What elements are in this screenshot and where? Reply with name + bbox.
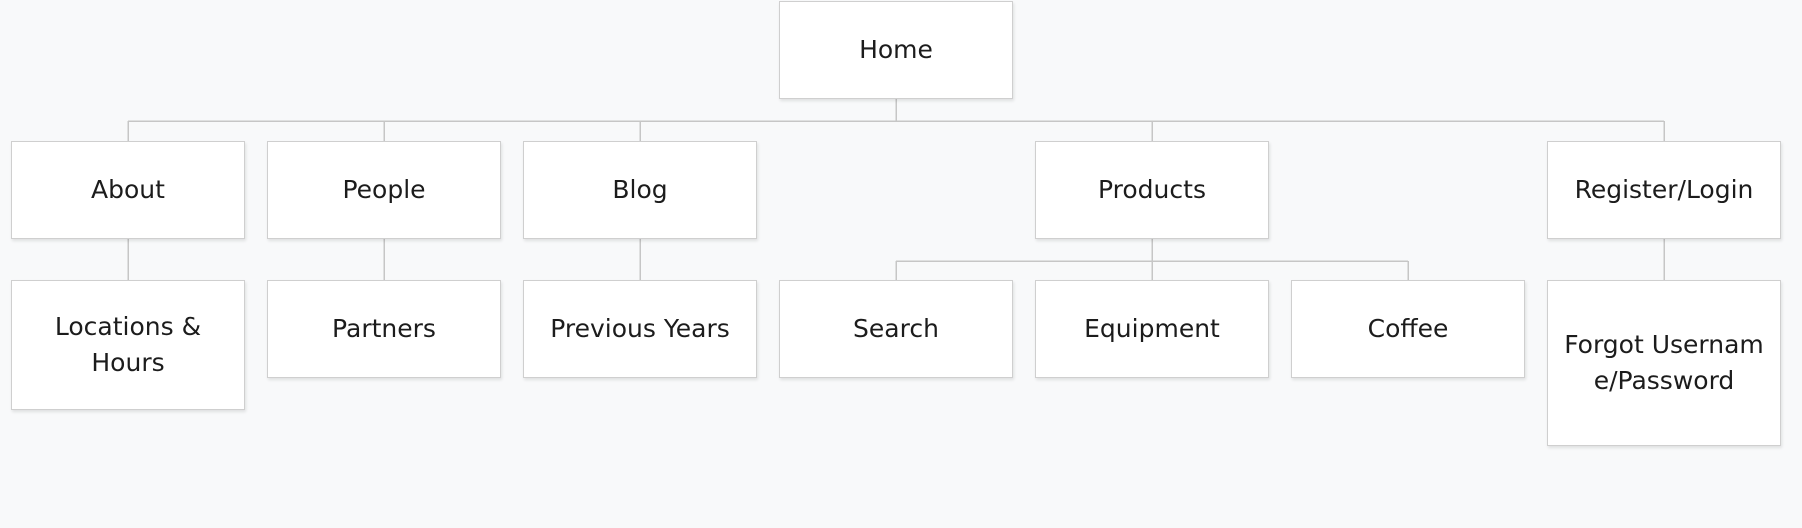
node-about-label: About (91, 175, 165, 204)
node-partners: Partners (267, 280, 501, 378)
node-search-label: Search (853, 314, 939, 343)
node-locations-hours-label: Locations & Hours (54, 312, 202, 377)
node-register-login: Register/Login (1547, 141, 1781, 239)
node-home: Home (779, 1, 1013, 99)
node-locations-hours: Locations & Hours (11, 280, 245, 410)
node-coffee-label: Coffee (1367, 314, 1449, 343)
node-products: Products (1035, 141, 1269, 239)
sitemap-diagram: Home About People Blog Products Register… (0, 0, 1802, 528)
node-forgot-credentials-label: Forgot Username/Password (1564, 330, 1764, 395)
node-people-label: People (342, 175, 426, 204)
node-register-login-label: Register/Login (1574, 175, 1754, 204)
node-about: About (11, 141, 245, 239)
node-forgot-credentials: Forgot Username/Password (1547, 280, 1781, 446)
node-equipment-label: Equipment (1084, 314, 1220, 343)
node-products-label: Products (1098, 175, 1206, 204)
node-previous-years: Previous Years (523, 280, 757, 378)
node-search: Search (779, 280, 1013, 378)
node-coffee: Coffee (1291, 280, 1525, 378)
node-previous-years-label: Previous Years (550, 314, 730, 343)
node-partners-label: Partners (332, 314, 436, 343)
node-blog-label: Blog (612, 175, 668, 204)
node-people: People (267, 141, 501, 239)
node-blog: Blog (523, 141, 757, 239)
node-equipment: Equipment (1035, 280, 1269, 378)
node-home-label: Home (859, 35, 933, 64)
